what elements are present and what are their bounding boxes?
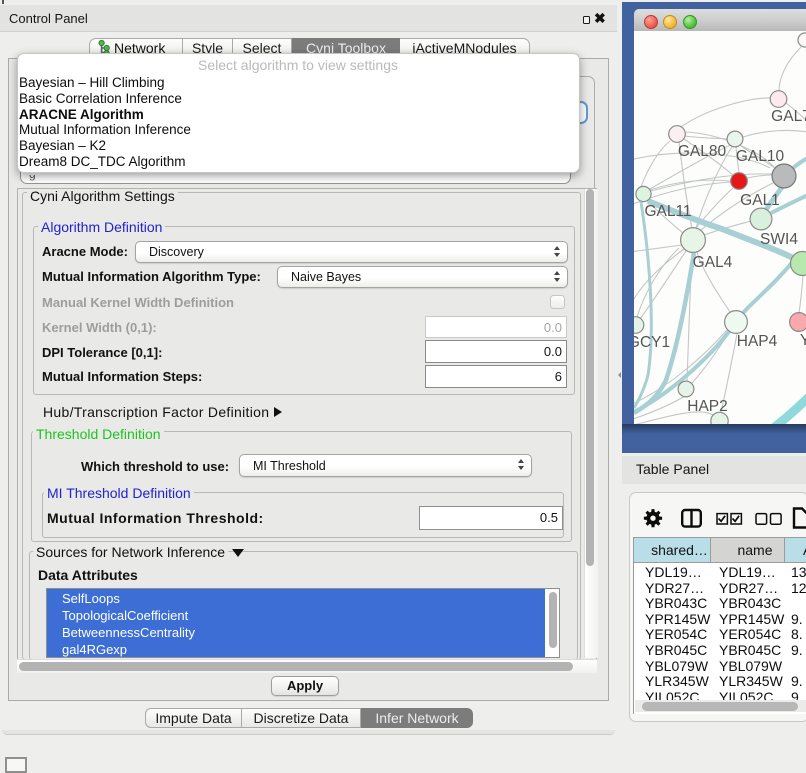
svg-text:GAL4: GAL4 xyxy=(693,254,733,271)
svg-text:GAL10: GAL10 xyxy=(736,148,785,165)
svg-text:HAP4: HAP4 xyxy=(737,333,778,350)
svg-text:GAL80: GAL80 xyxy=(678,143,727,160)
svg-text:SWI4: SWI4 xyxy=(760,231,798,248)
svg-text:Y: Y xyxy=(800,332,806,349)
svg-text:HAP2: HAP2 xyxy=(687,398,728,415)
svg-text:GCY1: GCY1 xyxy=(634,334,670,351)
svg-text:GAL11: GAL11 xyxy=(644,203,691,220)
svg-text:GAL7: GAL7 xyxy=(771,108,806,125)
svg-text:GAL1: GAL1 xyxy=(740,192,780,209)
